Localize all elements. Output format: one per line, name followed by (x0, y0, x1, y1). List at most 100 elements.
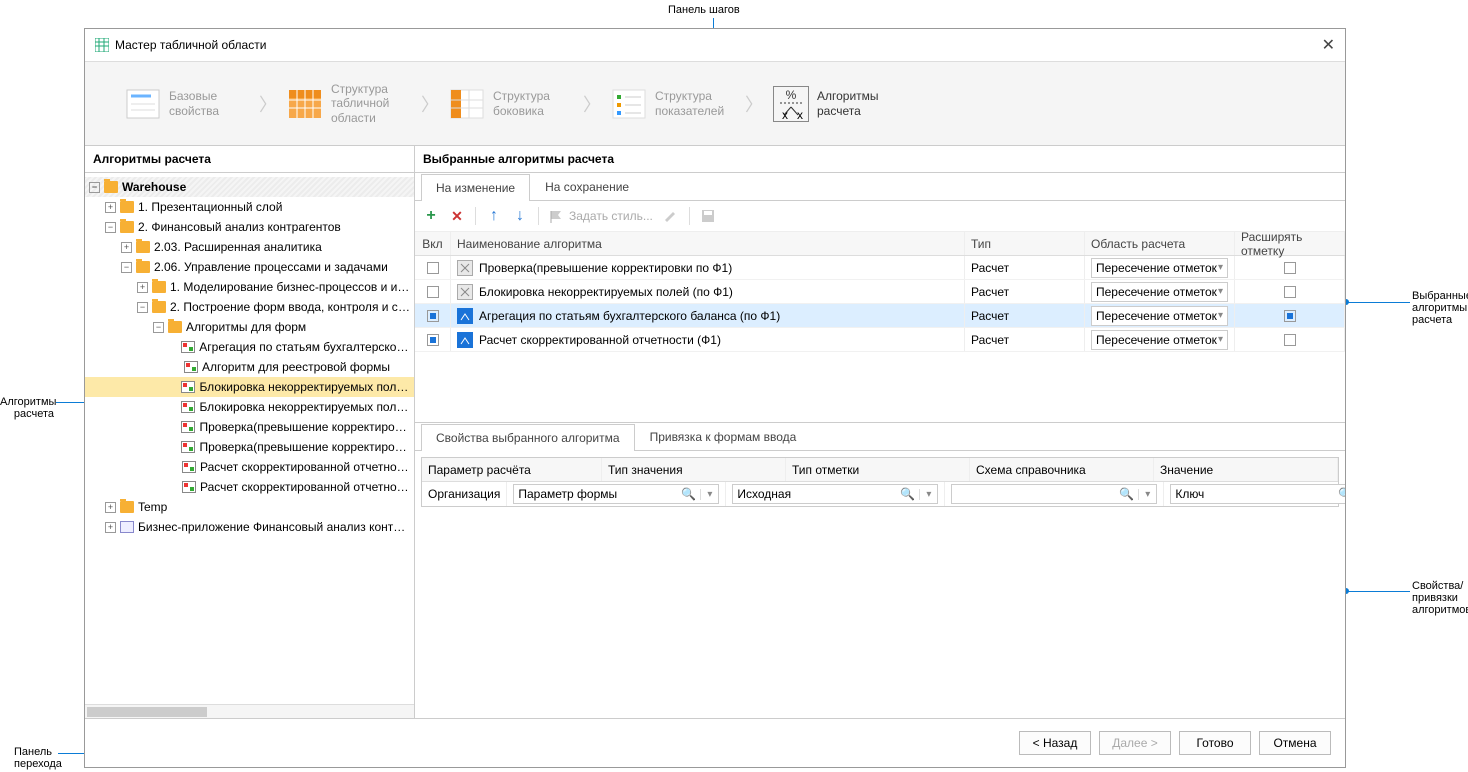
finish-button[interactable]: Готово (1179, 731, 1251, 755)
tree-node[interactable]: −2.06. Управление процессами и задачами (85, 257, 414, 277)
col-name-header[interactable]: Наименование алгоритма (451, 232, 965, 255)
pcol-valtype[interactable]: Тип значения (602, 458, 786, 481)
col-area-header[interactable]: Область расчета (1085, 232, 1235, 255)
expand-icon[interactable]: + (105, 502, 116, 513)
edit-button[interactable] (663, 208, 679, 224)
tab-properties[interactable]: Свойства выбранного алгоритма (421, 424, 635, 451)
collapse-icon[interactable]: − (121, 262, 132, 273)
area-dropdown[interactable]: Пересечение отметок▾ (1091, 282, 1228, 302)
step-side-struct[interactable]: Структура боковика (449, 86, 573, 122)
close-button[interactable]: ✕ (1322, 35, 1335, 55)
style-button[interactable]: Задать стиль... (549, 209, 653, 223)
chevron-down-icon[interactable]: ▾ (1218, 262, 1223, 273)
schema-dropdown[interactable]: 🔍▾ (951, 484, 1157, 504)
grid-row[interactable]: Блокировка некорректируемых полей (по Ф1… (415, 280, 1345, 304)
pcol-value[interactable]: Значение (1154, 458, 1338, 481)
step-indicators[interactable]: Структура показателей (611, 86, 735, 122)
chevron-down-icon[interactable]: ▾ (1138, 489, 1156, 500)
area-dropdown[interactable]: Пересечение отметок▾ (1091, 330, 1228, 350)
checkbox[interactable] (427, 262, 439, 274)
tree-leaf[interactable]: Алгоритм для реестровой формы (85, 357, 414, 377)
tab-on-save[interactable]: На сохранение (530, 173, 644, 200)
tree-node[interactable]: −2. Финансовый анализ контрагентов (85, 217, 414, 237)
search-icon[interactable]: 🔍 (1115, 487, 1138, 501)
tree-leaf[interactable]: Расчет скорректированной отчетности (Ф2) (85, 477, 414, 497)
valtype-dropdown[interactable]: 🔍▾ (513, 484, 719, 504)
tree-leaf[interactable]: Агрегация по статьям бухгалтерского бала… (85, 337, 414, 357)
cancel-button[interactable]: Отмена (1259, 731, 1331, 755)
tree-leaf[interactable]: Проверка(превышение корректировки по Ф2) (85, 437, 414, 457)
area-dropdown[interactable]: Пересечение отметок▾ (1091, 306, 1228, 326)
next-button[interactable]: Далее > (1099, 731, 1171, 755)
col-type-header[interactable]: Тип (965, 232, 1085, 255)
col-ext-header[interactable]: Расширять отметку (1235, 232, 1345, 255)
move-down-button[interactable]: ↓ (512, 208, 528, 224)
checkbox[interactable] (427, 286, 439, 298)
pcol-schema[interactable]: Схема справочника (970, 458, 1154, 481)
expand-icon[interactable]: + (121, 242, 132, 253)
value-input[interactable] (1171, 487, 1334, 501)
prop-row[interactable]: Организация 🔍▾ 🔍▾ 🔍▾ 🔍▾ (422, 482, 1338, 506)
checkbox[interactable] (1284, 334, 1296, 346)
schema-input[interactable] (952, 487, 1115, 501)
pcol-param[interactable]: Параметр расчёта (422, 458, 602, 481)
prop-valtype[interactable]: 🔍▾ (507, 482, 726, 506)
area-dropdown[interactable]: Пересечение отметок▾ (1091, 258, 1228, 278)
tree-node[interactable]: −2. Построение форм ввода, контроля и со… (85, 297, 414, 317)
search-icon[interactable]: 🔍 (1334, 487, 1345, 501)
collapse-icon[interactable]: − (137, 302, 148, 313)
chevron-down-icon[interactable]: ▾ (1218, 286, 1223, 297)
grid-row[interactable]: Расчет скорректированной отчетности (Ф1)… (415, 328, 1345, 352)
collapse-icon[interactable]: − (153, 322, 164, 333)
search-icon[interactable]: 🔍 (896, 487, 919, 501)
tree-leaf[interactable]: Расчет скорректированной отчетности (Ф1) (85, 457, 414, 477)
tree-node[interactable]: +1. Моделирование бизнес-процессов и их … (85, 277, 414, 297)
col-on-header[interactable]: Вкл (415, 232, 451, 255)
scrollbar-thumb[interactable] (87, 707, 207, 717)
tree-node[interactable]: −Алгоритмы для форм (85, 317, 414, 337)
horizontal-scrollbar[interactable] (85, 704, 414, 718)
tab-bindings[interactable]: Привязка к формам ввода (635, 423, 812, 450)
checkbox[interactable] (1284, 310, 1296, 322)
save-button[interactable] (700, 208, 716, 224)
tree-node[interactable]: +2.03. Расширенная аналитика (85, 237, 414, 257)
tree-warehouse[interactable]: − Warehouse (85, 177, 414, 197)
expand-icon[interactable]: + (105, 522, 116, 533)
value-dropdown[interactable]: 🔍▾ (1170, 484, 1345, 504)
checkbox[interactable] (427, 310, 439, 322)
collapse-icon[interactable]: − (105, 222, 116, 233)
step-algorithms[interactable]: %xx Алгоритмы расчета (773, 86, 897, 122)
move-up-button[interactable]: ↑ (486, 208, 502, 224)
checkbox[interactable] (1284, 262, 1296, 274)
chevron-down-icon[interactable]: ▾ (1218, 310, 1223, 321)
chevron-down-icon[interactable]: ▾ (700, 489, 718, 500)
tab-on-change[interactable]: На изменение (421, 174, 530, 201)
tree-leaf-selected[interactable]: Блокировка некорректируемых полей (по Ф1… (85, 377, 414, 397)
expand-icon[interactable]: + (137, 282, 148, 293)
back-button[interactable]: < Назад (1019, 731, 1091, 755)
prop-schema[interactable]: 🔍▾ (945, 482, 1164, 506)
add-button[interactable]: + (423, 208, 439, 224)
marktype-input[interactable] (733, 487, 896, 501)
chevron-down-icon[interactable]: ▾ (1218, 334, 1223, 345)
tree-node[interactable]: +Бизнес-приложение Финансовый анализ кон… (85, 517, 414, 537)
prop-marktype[interactable]: 🔍▾ (726, 482, 945, 506)
grid-row[interactable]: Агрегация по статьям бухгалтерского бала… (415, 304, 1345, 328)
checkbox[interactable] (1284, 286, 1296, 298)
prop-value[interactable]: 🔍▾ (1164, 482, 1345, 506)
pcol-marktype[interactable]: Тип отметки (786, 458, 970, 481)
step-basic[interactable]: Базовые свойства (125, 86, 249, 122)
checkbox[interactable] (427, 334, 439, 346)
chevron-down-icon[interactable]: ▾ (919, 489, 937, 500)
tree-node[interactable]: +1. Презентационный слой (85, 197, 414, 217)
marktype-dropdown[interactable]: 🔍▾ (732, 484, 938, 504)
collapse-icon[interactable]: − (89, 182, 100, 193)
tree-leaf[interactable]: Блокировка некорректируемых полей (по Ф2… (85, 397, 414, 417)
tree-leaf[interactable]: Проверка(превышение корректировки по Ф1) (85, 417, 414, 437)
tree[interactable]: − Warehouse +1. Презентационный слой −2.… (85, 173, 414, 704)
valtype-input[interactable] (514, 487, 677, 501)
expand-icon[interactable]: + (105, 202, 116, 213)
delete-button[interactable]: ✕ (449, 208, 465, 224)
grid-row[interactable]: Проверка(превышение корректировки по Ф1)… (415, 256, 1345, 280)
tree-node[interactable]: +Temp (85, 497, 414, 517)
